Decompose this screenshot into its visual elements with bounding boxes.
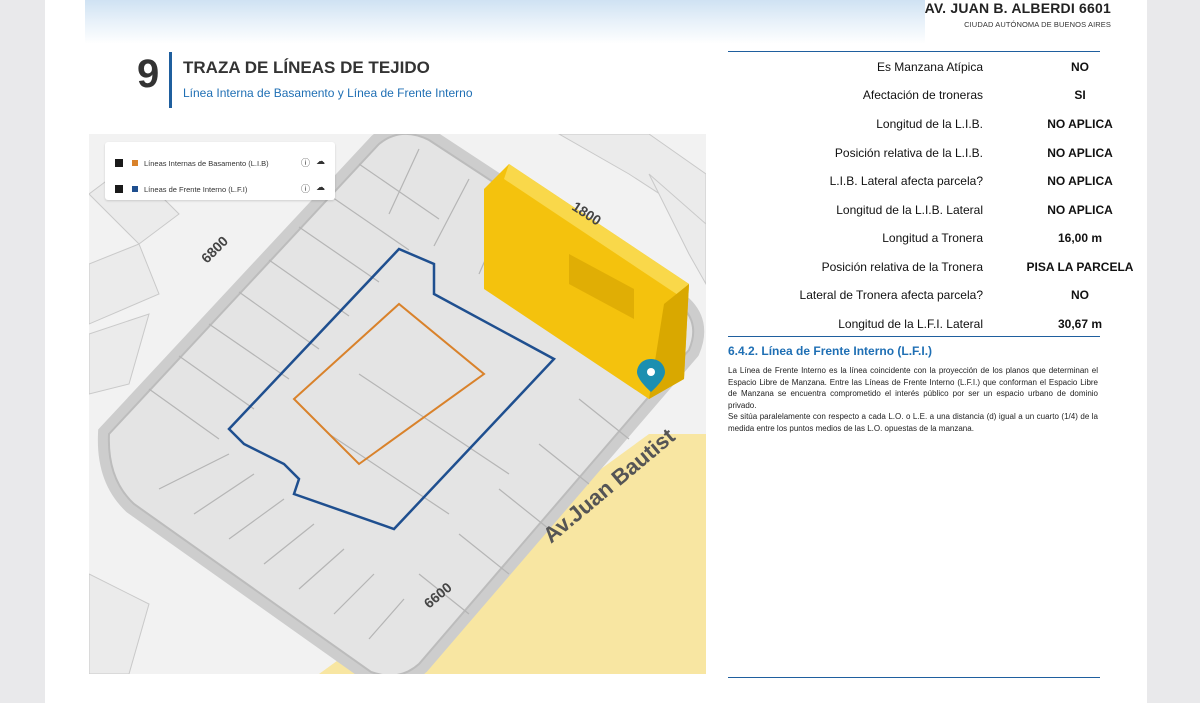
map-canvas: 1800 6800 6600 Av.Juan Bautist [89,134,706,674]
lfi-heading: 6.4.2. Línea de Frente Interno (L.F.I.) [728,344,933,358]
block-map[interactable]: 1800 6800 6600 Av.Juan Bautist Líneas In… [89,134,706,674]
paragraph: La Línea de Frente Interno es la línea c… [728,366,1098,410]
row-label: Lateral de Tronera afecta parcela? [799,288,983,302]
row-label: L.I.B. Lateral afecta parcela? [829,174,983,188]
row-label: Longitud de la L.F.I. Lateral [838,317,983,331]
table-row: Lateral de Tronera afecta parcela? NO [728,280,1145,308]
cloud-icon[interactable]: ☁ [316,182,325,195]
table-row: Afectación de troneras SI [728,80,1145,108]
row-value: SI [1074,88,1086,102]
checkbox-lfi[interactable] [115,185,123,193]
row-value: 30,67 m [1057,317,1103,331]
row-label: Longitud de la L.I.B. Lateral [836,203,983,217]
row-value: NO APLICA [1047,117,1113,131]
document-page: AV. JUAN B. ALBERDI 6601 CIUDAD AUTÓNOMA… [45,0,1147,703]
legend-icons-lfi: ⓘ ☁ [301,182,325,195]
row-label: Es Manzana Atípica [876,60,983,74]
legend-label-lib: Líneas Internas de Basamento (L.I.B) [144,158,269,168]
footer-rule [728,677,1100,678]
table-row: Longitud de la L.I.B. NO APLICA [728,109,1145,137]
table-row: Posición relativa de la L.I.B. NO APLICA [728,138,1145,166]
table-bottom-rule [728,336,1100,337]
map-legend: Líneas Internas de Basamento (L.I.B) ⓘ ☁… [105,142,335,200]
row-value: NO [1071,288,1089,302]
row-value: 16,00 m [1057,231,1103,245]
section-divider [169,52,172,108]
row-value: NO APLICA [1047,203,1113,217]
table-row: Longitud a Tronera 16,00 m [728,223,1145,251]
row-label: Longitud de la L.I.B. [876,117,983,131]
table-row: Longitud de la L.F.I. Lateral 30,67 m [728,309,1145,337]
row-value: NO APLICA [1047,146,1113,160]
address-block: AV. JUAN B. ALBERDI 6601 CIUDAD AUTÓNOMA… [925,0,1111,29]
legend-icons-lib: ⓘ ☁ [301,156,325,169]
legend-row-lfi[interactable]: Líneas de Frente Interno (L.F.I) [115,182,247,196]
table-row: Es Manzana Atípica NO [728,52,1145,80]
cloud-icon[interactable]: ☁ [316,156,325,169]
row-label: Afectación de troneras [862,88,983,102]
row-value: NO [1071,60,1089,74]
row-label: Posición relativa de la L.I.B. [834,146,983,160]
legend-label-lfi: Líneas de Frente Interno (L.F.I) [144,184,248,194]
table-row: Posición relativa de la Tronera PISA LA … [728,252,1145,280]
table-row: L.I.B. Lateral afecta parcela? NO APLICA [728,166,1145,194]
swatch-lfi [132,186,138,192]
row-value: NO APLICA [1047,174,1113,188]
swatch-lib [132,160,138,166]
checkbox-lib[interactable] [115,159,123,167]
row-value: PISA LA PARCELA [1026,260,1134,274]
section-subtitle: Línea Interna de Basamento y Línea de Fr… [183,86,473,100]
info-icon[interactable]: ⓘ [301,156,310,169]
section-number: 9 [137,52,160,96]
address-city: CIUDAD AUTÓNOMA DE BUENOS AIRES [964,20,1111,29]
section-title: TRAZA DE LÍNEAS DE TEJIDO [183,58,430,77]
header-band [85,0,925,44]
paragraph: Se sitúa paralelamente con respecto a ca… [728,412,1098,433]
address-title: AV. JUAN B. ALBERDI 6601 [924,0,1111,16]
row-label: Posición relativa de la Tronera [821,260,983,274]
table-row: Longitud de la L.I.B. Lateral NO APLICA [728,195,1145,223]
info-icon[interactable]: ⓘ [301,182,310,195]
lfi-description: La Línea de Frente Interno es la línea c… [728,365,1098,434]
row-label: Longitud a Tronera [882,231,983,245]
legend-row-lib[interactable]: Líneas Internas de Basamento (L.I.B) [115,156,269,170]
